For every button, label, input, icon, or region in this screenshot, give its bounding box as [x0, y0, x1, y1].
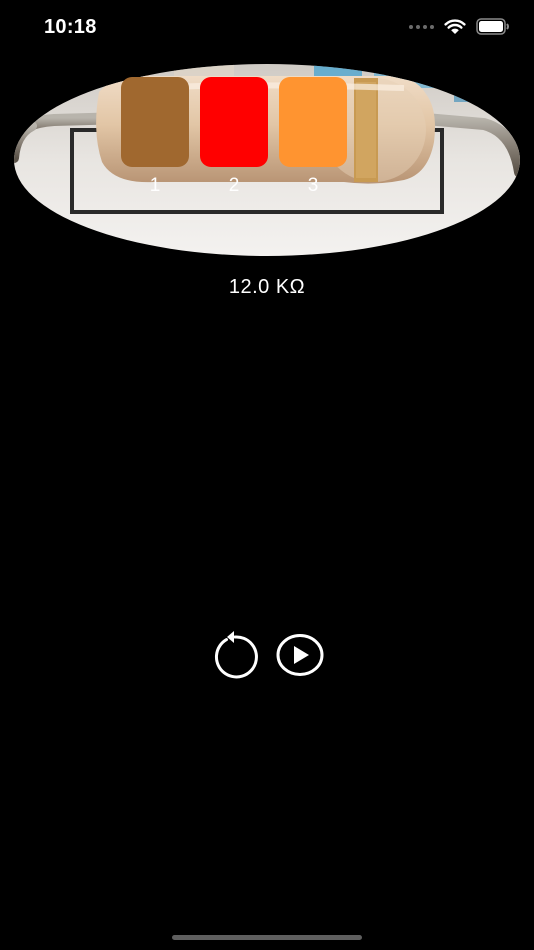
status-icons — [409, 18, 510, 35]
color-band-3[interactable] — [279, 77, 347, 167]
status-bar: 10:18 — [0, 0, 534, 56]
play-button[interactable] — [275, 632, 325, 678]
band-label-3: 3 — [307, 175, 319, 196]
cellular-signal-icon — [409, 24, 434, 29]
resistance-value: 12.0 KΩ — [228, 276, 306, 298]
color-band-2[interactable] — [200, 77, 268, 167]
reset-icon — [214, 631, 258, 679]
band-label-1: 1 — [149, 175, 161, 196]
reset-button[interactable] — [209, 630, 259, 680]
band-label-2: 2 — [228, 175, 240, 196]
status-time: 10:18 — [44, 16, 97, 38]
color-band-1[interactable] — [121, 77, 189, 167]
resistor-view: 1 2 3 — [14, 62, 520, 258]
home-indicator[interactable] — [172, 935, 362, 940]
play-icon — [276, 634, 324, 676]
battery-icon — [476, 18, 509, 35]
wifi-icon — [444, 18, 466, 34]
